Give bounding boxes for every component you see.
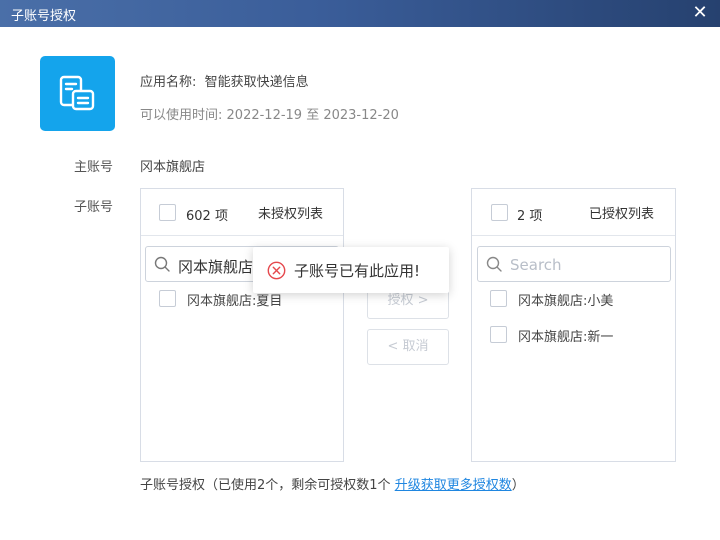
- select-all-unauthorized-checkbox[interactable]: [159, 204, 176, 221]
- authorization-footer: 子账号授权（已使用2个，剩余可授权数1个 升级获取更多授权数）: [140, 474, 525, 493]
- upgrade-link[interactable]: 升级获取更多授权数: [395, 478, 512, 493]
- authorized-list-header: 2 项 已授权列表: [472, 189, 675, 236]
- list-item-checkbox[interactable]: [159, 290, 176, 307]
- unauthorized-list-title: 未授权列表: [258, 207, 324, 222]
- revoke-button[interactable]: < 取消: [367, 329, 449, 365]
- select-all-authorized-checkbox[interactable]: [491, 204, 508, 221]
- list-item[interactable]: 冈本旗舰店:新一: [490, 325, 670, 345]
- app-icon: [40, 56, 115, 131]
- app-usage-time: 可以使用时间: 2022-12-19 至 2023-12-20: [140, 104, 399, 123]
- authorized-list-title: 已授权列表: [589, 207, 655, 222]
- unauthorized-list-panel: 602 项 未授权列表 冈本旗舰店 冈本旗舰店:夏目: [140, 188, 344, 462]
- app-name-value: 智能获取快递信息: [204, 75, 309, 90]
- unauthorized-list-header: 602 项 未授权列表: [141, 189, 343, 236]
- list-item-label: 冈本旗舰店:新一: [518, 330, 614, 345]
- authorized-search-input[interactable]: Search: [477, 246, 671, 282]
- sub-account-label: 子账号: [74, 200, 114, 215]
- search-icon: [486, 256, 502, 272]
- list-item-label: 冈本旗舰店:小美: [518, 294, 614, 309]
- app-time-label: 可以使用时间:: [140, 108, 223, 123]
- error-circle-icon: [267, 261, 286, 280]
- document-icon: [59, 75, 95, 111]
- authorized-count: 2 项: [517, 209, 543, 224]
- title-bar: 子账号授权 ✕: [0, 0, 720, 27]
- unauthorized-count: 602 项: [186, 209, 228, 224]
- list-item-checkbox[interactable]: [490, 326, 507, 343]
- error-toast: 子账号已有此应用!: [253, 247, 449, 293]
- toast-message: 子账号已有此应用!: [294, 262, 421, 280]
- main-account-value: 冈本旗舰店: [140, 160, 206, 175]
- window-title: 子账号授权: [11, 9, 77, 24]
- unauthorized-search-value: 冈本旗舰店: [178, 258, 254, 276]
- search-icon: [154, 256, 170, 272]
- main-account-label: 主账号: [74, 160, 114, 175]
- footer-close-paren: ）: [511, 478, 525, 493]
- app-name: 应用名称: 智能获取快递信息: [140, 71, 309, 90]
- app-name-label: 应用名称:: [140, 75, 197, 90]
- app-time-value: 2022-12-19 至 2023-12-20: [226, 108, 399, 123]
- authorized-search-placeholder: Search: [510, 256, 562, 274]
- list-item[interactable]: 冈本旗舰店:小美: [490, 289, 670, 309]
- close-icon[interactable]: ✕: [690, 2, 710, 24]
- footer-text: 子账号授权（已使用2个，剩余可授权数1个: [140, 478, 391, 493]
- authorized-list-panel: 2 项 已授权列表 Search 冈本旗舰店:小美 冈本旗舰店:新一: [471, 188, 676, 462]
- list-item-checkbox[interactable]: [490, 290, 507, 307]
